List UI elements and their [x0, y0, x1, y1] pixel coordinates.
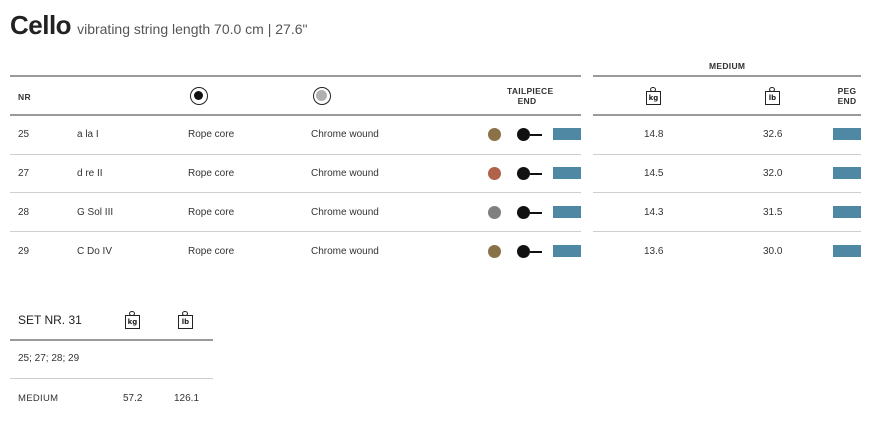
col-header-peg-line2: END	[837, 96, 857, 106]
row-kg: 14.5	[644, 168, 664, 179]
peg-color-bar	[833, 245, 861, 257]
row-lb: 32.0	[763, 168, 783, 179]
page-title: Cello vibrating string length 70.0 cm | …	[10, 10, 307, 44]
row-kg: 14.3	[644, 207, 664, 218]
set-total-kg: 57.2	[123, 393, 143, 404]
peg-color-bar	[833, 206, 861, 218]
row-core: Rope core	[188, 246, 235, 257]
color-code-dot	[488, 128, 501, 141]
peg-color-bar	[833, 128, 861, 140]
header-rule	[10, 114, 581, 116]
row-note: C Do IV	[77, 246, 113, 257]
kg-weight-icon: kg	[646, 87, 661, 106]
row-lb: 30.0	[763, 246, 783, 257]
lb-weight-icon: lb	[765, 87, 780, 106]
row-kg: 13.6	[644, 246, 664, 257]
rope-core-icon	[190, 87, 208, 105]
row-winding: Chrome wound	[311, 246, 379, 257]
col-header-tailpiece-line2: END	[517, 96, 537, 106]
ball-end-icon	[517, 206, 530, 219]
peg-color-bar	[833, 167, 861, 179]
tailpiece-color-bar	[553, 128, 581, 140]
row-winding: Chrome wound	[311, 129, 379, 140]
set-tension-label: MEDIUM	[18, 393, 59, 404]
row-note: d re II	[77, 168, 103, 179]
row-winding: Chrome wound	[311, 207, 379, 218]
row-divider	[10, 231, 581, 232]
row-winding: Chrome wound	[311, 168, 379, 179]
color-code-dot	[488, 245, 501, 258]
table-top-rule	[10, 75, 581, 77]
ball-end-stem	[530, 173, 542, 175]
row-divider	[593, 231, 861, 232]
row-nr: 25	[18, 129, 30, 140]
set-row-divider	[10, 378, 213, 379]
row-divider	[593, 154, 861, 155]
lb-weight-icon: lb	[178, 311, 193, 330]
ball-end-stem	[530, 212, 542, 214]
kg-icon-label: kg	[646, 91, 661, 105]
ball-end-stem	[530, 134, 542, 136]
set-strings: 25; 27; 28; 29	[18, 353, 80, 364]
ball-end-icon	[517, 167, 530, 180]
row-nr: 28	[18, 207, 30, 218]
row-kg: 14.8	[644, 129, 664, 140]
row-divider	[593, 192, 861, 193]
row-divider	[10, 192, 581, 193]
row-lb: 31.5	[763, 207, 783, 218]
tension-group-label: MEDIUM	[709, 61, 746, 71]
set-title: SET NR. 31	[18, 313, 82, 327]
ball-end-stem	[530, 251, 542, 253]
row-note: a la I	[77, 129, 99, 140]
ball-end-icon	[517, 245, 530, 258]
tension-top-rule	[593, 75, 861, 77]
row-divider	[10, 154, 581, 155]
set-header-rule	[10, 339, 213, 341]
row-nr: 29	[18, 246, 30, 257]
row-core: Rope core	[188, 168, 235, 179]
row-note: G Sol III	[77, 207, 114, 218]
chrome-wound-icon	[313, 87, 331, 105]
lb-icon-label: lb	[765, 91, 780, 105]
col-header-tailpiece-line1: TAILPIECE	[507, 86, 554, 96]
lb-icon-label: lb	[178, 315, 193, 329]
color-code-dot	[488, 206, 501, 219]
tailpiece-color-bar	[553, 206, 581, 218]
string-length: vibrating string length 70.0 cm | 27.6"	[77, 21, 308, 37]
row-core: Rope core	[188, 129, 235, 140]
row-lb: 32.6	[763, 129, 783, 140]
tension-header-rule	[593, 114, 861, 116]
kg-icon-label: kg	[125, 315, 140, 329]
row-nr: 27	[18, 168, 30, 179]
col-header-peg-line1: PEG	[837, 86, 857, 96]
tailpiece-color-bar	[553, 167, 581, 179]
ball-end-icon	[517, 128, 530, 141]
col-header-peg: PEG END	[836, 86, 858, 106]
set-total-lb: 126.1	[174, 393, 200, 404]
color-code-dot	[488, 167, 501, 180]
tailpiece-color-bar	[553, 245, 581, 257]
row-core: Rope core	[188, 207, 235, 218]
instrument-name: Cello	[10, 10, 72, 40]
col-header-tailpiece: TAILPIECE END	[507, 86, 554, 106]
col-header-nr: NR	[18, 92, 31, 102]
kg-weight-icon: kg	[125, 311, 140, 330]
